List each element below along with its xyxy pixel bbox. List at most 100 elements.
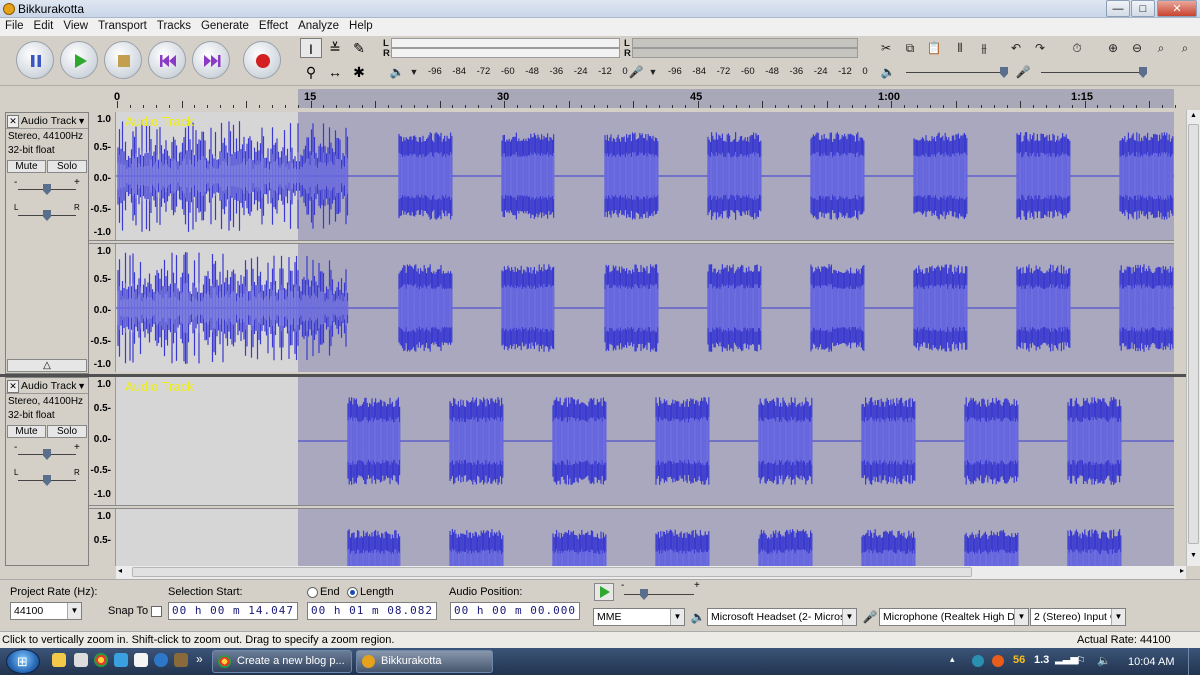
scroll-down-icon[interactable]: ▼ — [1188, 552, 1199, 562]
timeline-ruler[interactable]: 0 15 30 45 1:00 1:15 — [0, 87, 1200, 109]
selection-length-field[interactable]: 00 h 01 m 08.082 s — [307, 602, 437, 620]
vertical-scale[interactable]: 1.0 0.5- — [89, 509, 116, 566]
track-name-bar[interactable]: ✕ Audio Track ▼ — [6, 115, 88, 129]
close-track-icon[interactable]: ✕ — [7, 380, 19, 393]
skip-to-end-button[interactable] — [192, 41, 230, 79]
redo-icon[interactable]: ↷ — [1030, 39, 1050, 57]
audio-host-select[interactable]: MME ▼ — [593, 608, 685, 626]
track-menu-arrow-icon[interactable]: ▼ — [77, 116, 86, 126]
stop-button[interactable] — [104, 41, 142, 79]
menu-generate[interactable]: Generate — [196, 18, 254, 34]
close-track-icon[interactable]: ✕ — [7, 115, 19, 128]
vertical-scale[interactable]: 1.0 0.5- 0.0- -0.5- -1.0 — [89, 112, 116, 240]
draw-tool[interactable]: ✎ — [348, 38, 370, 58]
project-rate-select[interactable]: 44100 ▼ — [10, 602, 82, 620]
pan-slider[interactable] — [12, 474, 82, 486]
recording-channels-select[interactable]: 2 (Stereo) Input Cl ▼ — [1030, 608, 1126, 626]
skype-icon[interactable] — [154, 653, 168, 667]
tray-expand-icon[interactable]: ▴ — [950, 654, 955, 665]
minimize-button[interactable]: — — [1106, 0, 1130, 17]
playback-speed-slider[interactable] — [618, 588, 700, 600]
taskbar-task-chrome[interactable]: Create a new blog p... — [212, 650, 352, 673]
record-meter-dropdown-icon[interactable]: ▼ — [643, 63, 663, 81]
record-meter-right[interactable] — [632, 48, 858, 58]
waveform-track1-right[interactable] — [116, 244, 1174, 372]
sync-lock-icon[interactable]: ⏱ — [1067, 39, 1087, 57]
folder-icon[interactable] — [74, 653, 88, 667]
show-desktop-button[interactable] — [1188, 648, 1200, 675]
cut-icon[interactable]: ✂ — [876, 39, 896, 57]
pan-slider[interactable] — [12, 209, 82, 221]
signal-strength-icon[interactable]: ▂▃▅ — [1055, 654, 1078, 665]
menu-analyze[interactable]: Analyze — [293, 18, 344, 34]
playback-device-select[interactable]: Microsoft Headset (2- Microsoft ▼ — [707, 608, 857, 626]
selection-tool[interactable]: I — [300, 38, 322, 58]
more-icons-chevron[interactable]: » — [196, 652, 203, 666]
track-menu-arrow-icon[interactable]: ▼ — [77, 381, 86, 391]
length-radio[interactable] — [347, 587, 358, 598]
scroll-left-icon[interactable]: ◂ — [118, 566, 122, 575]
vertical-scroll-thumb[interactable] — [1188, 124, 1199, 544]
tray-flag-icon[interactable]: ⚐ — [1076, 654, 1086, 667]
vertical-scale[interactable]: 1.0 0.5- 0.0- -0.5- -1.0 — [89, 244, 116, 372]
gain-slider[interactable] — [12, 183, 82, 195]
menu-help[interactable]: Help — [344, 18, 378, 34]
media-icon[interactable] — [114, 653, 128, 667]
explorer-icon[interactable] — [52, 653, 66, 667]
record-meter-left[interactable] — [632, 38, 858, 48]
tray-firefox-icon[interactable] — [992, 655, 1004, 667]
maximize-button[interactable]: □ — [1131, 0, 1155, 17]
zoom-out-icon[interactable]: ⊖ — [1127, 39, 1147, 57]
solo-button[interactable]: Solo — [47, 425, 87, 438]
track-control-panel[interactable]: ✕ Audio Track ▼ Stereo, 44100Hz 32-bit f… — [5, 112, 89, 374]
audio-position-field[interactable]: 00 h 00 m 00.000 s — [450, 602, 580, 620]
waveform-track1-left[interactable] — [116, 112, 1174, 240]
waveform-track2-right[interactable] — [116, 509, 1174, 566]
multi-tool[interactable]: ✱ — [348, 62, 370, 82]
fit-selection-icon[interactable]: ⌕ — [1151, 39, 1171, 57]
track-control-panel[interactable]: ✕ Audio Track ▼ Stereo, 44100Hz 32-bit f… — [5, 377, 89, 566]
taskbar-clock[interactable]: 10:04 AM — [1128, 656, 1174, 668]
play-button[interactable] — [60, 41, 98, 79]
gain-slider[interactable] — [12, 448, 82, 460]
trim-icon[interactable]: ⫴ — [950, 39, 970, 57]
solo-button[interactable]: Solo — [47, 160, 87, 173]
scroll-up-icon[interactable]: ▲ — [1188, 112, 1199, 122]
paste-icon[interactable]: 📋 — [924, 39, 944, 57]
end-radio[interactable] — [307, 587, 318, 598]
collapse-track-button[interactable]: △ — [7, 359, 87, 372]
menu-file[interactable]: File — [0, 18, 29, 34]
menu-tracks[interactable]: Tracks — [152, 18, 196, 34]
play-at-speed-button[interactable] — [594, 583, 614, 601]
track-name-bar[interactable]: ✕ Audio Track ▼ — [6, 380, 88, 394]
menu-edit[interactable]: Edit — [29, 18, 59, 34]
menu-view[interactable]: View — [58, 18, 93, 34]
playback-meter-dropdown-icon[interactable]: ▼ — [404, 63, 424, 81]
tray-volume-icon[interactable]: 🔈 — [1097, 654, 1111, 667]
fit-project-icon[interactable]: ⌕ — [1175, 39, 1195, 57]
silence-icon[interactable]: ⫵ — [974, 39, 994, 57]
taskbar-task-audacity[interactable]: Bikkurakotta — [356, 650, 493, 673]
menu-effect[interactable]: Effect — [254, 18, 293, 34]
snap-to-checkbox[interactable] — [151, 606, 162, 617]
playback-meter-left[interactable] — [391, 38, 620, 48]
close-button[interactable]: ✕ — [1157, 0, 1197, 17]
copy-icon[interactable]: ⧉ — [900, 39, 920, 57]
undo-icon[interactable]: ↶ — [1006, 39, 1026, 57]
zoom-in-icon[interactable]: ⊕ — [1103, 39, 1123, 57]
output-volume-slider[interactable] — [900, 66, 1012, 78]
start-button[interactable]: ⊞ — [6, 649, 40, 674]
horizontal-scroll-thumb[interactable] — [132, 567, 972, 577]
zoom-tool[interactable]: ⚲ — [300, 62, 322, 82]
record-button[interactable] — [243, 41, 281, 79]
horizontal-scrollbar[interactable]: ◂ ▸ — [116, 566, 1186, 579]
selection-start-field[interactable]: 00 h 00 m 14.047 s — [168, 602, 298, 620]
waveform-track2-left[interactable] — [116, 377, 1174, 505]
pause-button[interactable] — [16, 41, 54, 79]
cube-icon[interactable] — [174, 653, 188, 667]
tray-network-app-icon[interactable] — [972, 655, 984, 667]
vertical-scrollbar[interactable]: ▲ ▼ — [1186, 110, 1200, 566]
recording-device-select[interactable]: Microphone (Realtek High Defin ▼ — [879, 608, 1029, 626]
time-shift-tool[interactable]: ↔ — [324, 62, 346, 82]
scroll-right-icon[interactable]: ▸ — [1180, 566, 1184, 575]
